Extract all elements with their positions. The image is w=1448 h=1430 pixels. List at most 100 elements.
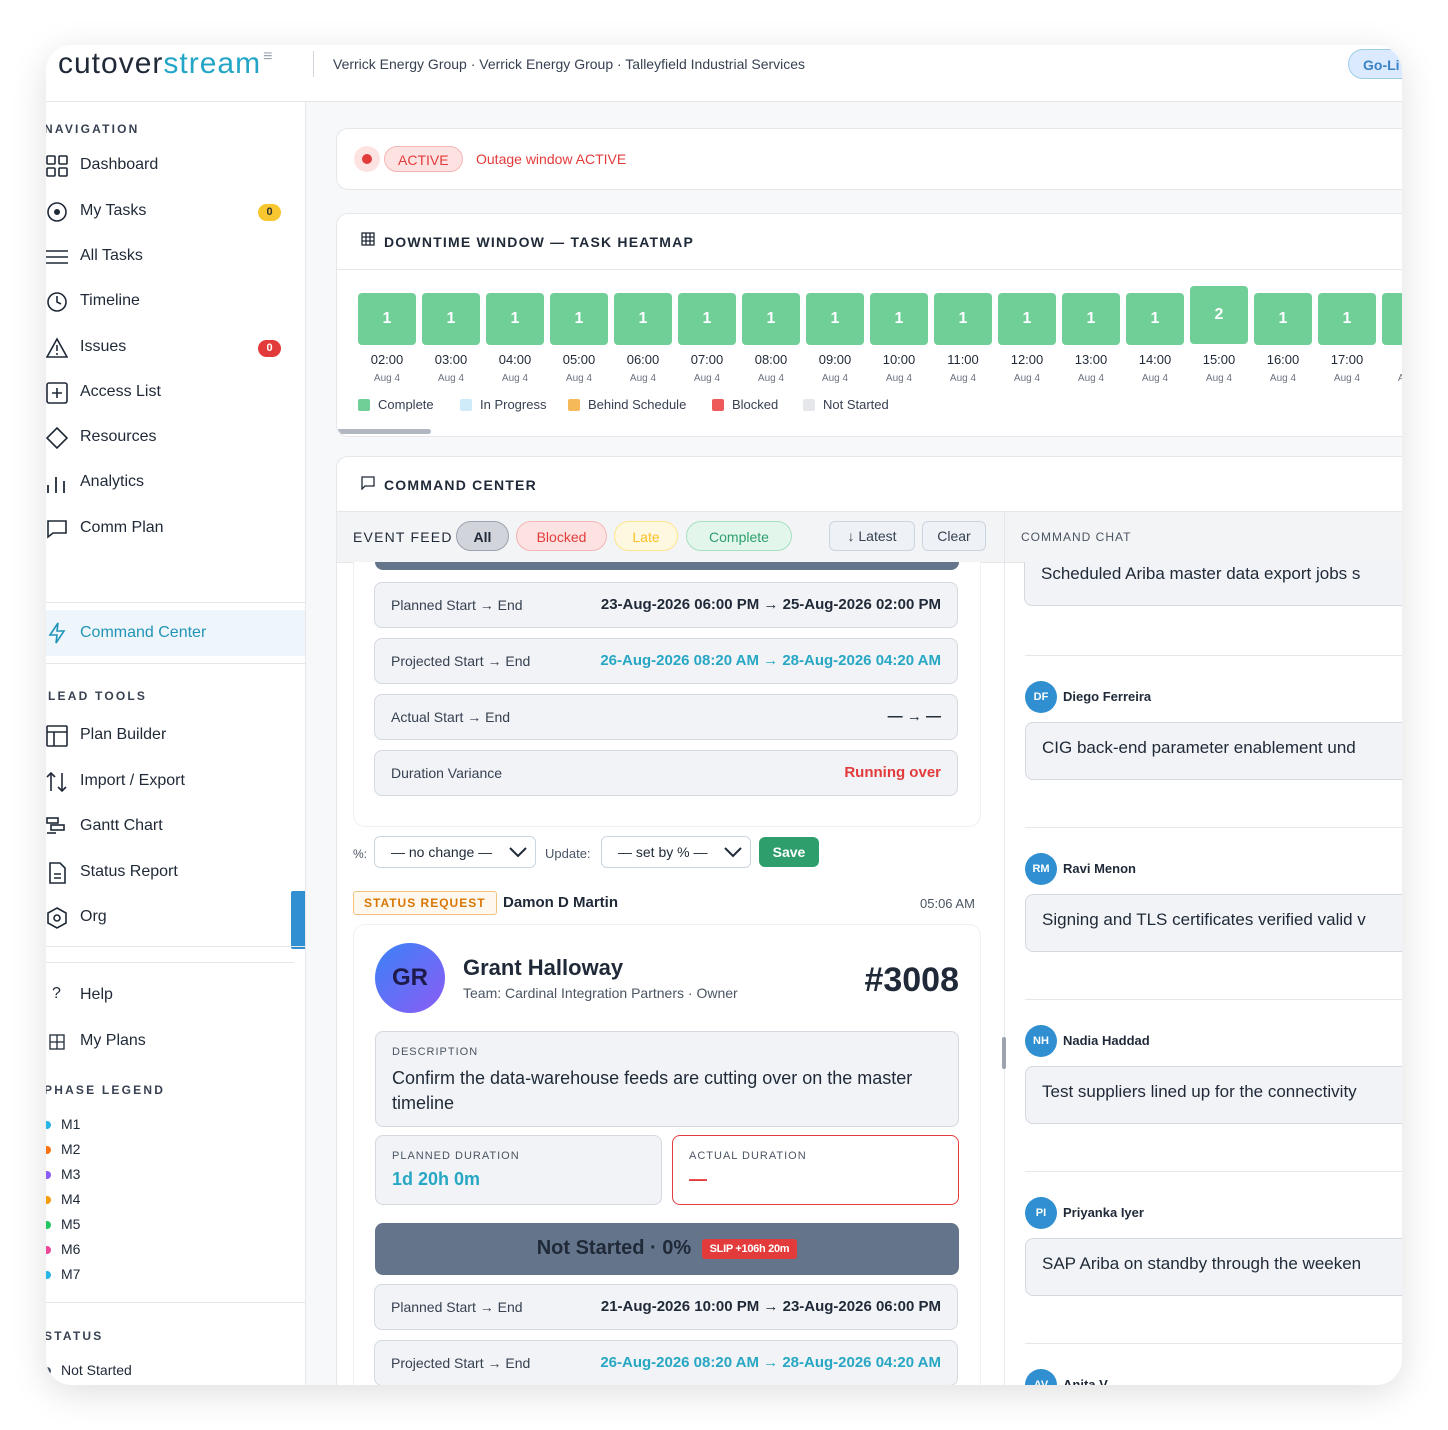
legend-swatch (568, 399, 580, 411)
gantt-icon (46, 817, 65, 834)
logo[interactable]: cutoverstream ≡ (58, 47, 273, 81)
update-select[interactable]: — set by % — (601, 836, 751, 868)
row-value: — → — (887, 708, 941, 725)
sidebar-item-gantt-chart[interactable]: Gantt Chart (46, 808, 305, 844)
heatmap-cell[interactable]: 1 (1318, 293, 1376, 345)
save-button[interactable]: Save (759, 837, 819, 867)
sidebar-item-command-center[interactable]: Command Center (46, 610, 305, 656)
chat-divider (1025, 827, 1402, 828)
sidebar-item-resources[interactable]: Resources (46, 419, 305, 455)
chat-message-text: Scheduled Ariba master data export jobs … (1024, 562, 1402, 606)
sidebar-item-status-report[interactable]: Status Report (46, 854, 305, 890)
heatmap-cell[interactable]: 1 (934, 293, 992, 345)
heatmap-time-label: 16:00 (1266, 352, 1300, 367)
heatmap-cell[interactable]: 1 (806, 293, 864, 345)
sidebar-collapse-handle[interactable] (291, 891, 305, 949)
duration-variance-row: Duration Variance Running over (374, 750, 958, 796)
heatmap-cell[interactable] (1382, 293, 1402, 345)
main-content: ACTIVE Outage window ACTIVE DOWNTIME WIN… (306, 102, 1402, 1385)
planned-start-end-row: Planned Start → End 23-Aug-2026 06:00 PM… (374, 582, 958, 628)
projected-start-end-row: Projected Start → End 26-Aug-2026 08:20 … (374, 638, 958, 684)
logo-text: cutover (58, 47, 164, 80)
go-live-button[interactable]: Go-Li (1348, 49, 1402, 79)
heatmap-cell[interactable]: 1 (678, 293, 736, 345)
heatmap-cell[interactable]: 1 (1062, 293, 1120, 345)
clear-button[interactable]: Clear (922, 521, 986, 551)
latest-button[interactable]: ↓ Latest (829, 521, 915, 551)
layout-icon (46, 725, 68, 747)
row-label: Planned Start → End (391, 1299, 523, 1315)
chat-divider (1025, 999, 1402, 1000)
task-id: #3008 (864, 961, 959, 999)
row-label: Planned Start → End (391, 597, 523, 613)
row-label: Duration Variance (391, 765, 503, 781)
filter-late[interactable]: Late (614, 521, 678, 551)
heatmap-card: DOWNTIME WINDOW — TASK HEATMAP 1 02:00 Aug… (336, 213, 1402, 437)
heatmap-cell[interactable]: 1 (1254, 293, 1312, 345)
heatmap-time-label: 13:00 (1074, 352, 1108, 367)
sidebar-item-all-tasks[interactable]: All Tasks (46, 238, 305, 274)
heatmap-cell[interactable]: 1 (614, 293, 672, 345)
sidebar-item-plan-builder[interactable]: Plan Builder (46, 717, 305, 753)
sidebar-item-help[interactable]: ? Help (46, 977, 305, 1013)
heatmap-date-label: Aug 4 (821, 373, 849, 384)
heatmap-cell[interactable]: 1 (422, 293, 480, 345)
heatmap-date-label: Aug 4 (1013, 373, 1041, 384)
sidebar-item-org[interactable]: Org (46, 899, 305, 935)
logo-accent-text: stream (163, 47, 262, 80)
chat-divider (1025, 1171, 1402, 1172)
row-value: 26-Aug-2026 08:20 AM → 28-Aug-2026 04:20… (600, 1354, 941, 1371)
horizontal-scrollbar[interactable] (337, 429, 431, 434)
phase-label: M2 (61, 1141, 81, 1157)
heatmap-cell[interactable]: 1 (358, 293, 416, 345)
sidebar-item-label: All Tasks (80, 247, 143, 264)
heatmap-time-label: 07:00 (690, 352, 724, 367)
actual-duration-value: — (689, 1169, 707, 1189)
heatmap-time-label: 06:00 (626, 352, 660, 367)
sidebar-item-my-plans[interactable]: My Plans (46, 1023, 305, 1059)
heatmap-cell[interactable]: 1 (1126, 293, 1184, 345)
heatmap-cell[interactable]: 1 (742, 293, 800, 345)
chat-avatar: DF (1025, 681, 1057, 713)
sidebar-item-access-list[interactable]: Access List (46, 374, 305, 410)
divider (46, 663, 305, 664)
diamond-icon (46, 427, 68, 449)
heatmap-date-label: Aug 4 (693, 373, 721, 384)
requester-name: Damon D Martin (503, 894, 619, 911)
sidebar-item-dashboard[interactable]: Dashboard (46, 147, 305, 183)
heatmap-date-label: Aug 4 (1269, 373, 1297, 384)
heatmap-time-label: 02:00 (370, 352, 404, 367)
sidebar-item-analytics[interactable]: Analytics (46, 464, 305, 500)
sidebar-item-comm-plan[interactable]: Comm Plan (46, 510, 305, 546)
sidebar-item-label: Plan Builder (80, 726, 167, 743)
heatmap-cell[interactable]: 1 (870, 293, 928, 345)
heatmap-date-label: Aug 4 (437, 373, 465, 384)
chat-header: COMMAND CHAT (1005, 511, 1402, 563)
planned-duration-box: PLANNED DURATION 1d 20h 0m (375, 1135, 662, 1205)
heatmap-cell[interactable]: 1 (486, 293, 544, 345)
actual-duration-label: ACTUAL DURATION (689, 1150, 807, 1162)
heatmap-time-label: 14:00 (1138, 352, 1172, 367)
row-value: 21-Aug-2026 10:00 PM → 23-Aug-2026 06:00… (600, 1298, 941, 1315)
sidebar-item-my-tasks[interactable]: My Tasks 0 (46, 193, 305, 229)
sidebar-item-timeline[interactable]: Timeline (46, 283, 305, 319)
sidebar-item-label: Resources (80, 428, 157, 445)
heatmap-time-label: 18 (1379, 352, 1402, 367)
percent-select[interactable]: — no change — (374, 836, 536, 868)
sidebar-item-import-export[interactable]: Import / Export (46, 763, 305, 799)
chat-author: Anita V (1063, 1377, 1108, 1385)
filter-all[interactable]: All (456, 521, 509, 551)
heatmap-cell[interactable]: 1 (550, 293, 608, 345)
heatmap-cell[interactable]: 1 (998, 293, 1056, 345)
command-center-title: COMMAND CENTER (384, 477, 537, 493)
status-bar (375, 562, 959, 570)
sidebar-item-label: Import / Export (80, 772, 185, 789)
event-feed-label: EVENT FEED (353, 529, 453, 545)
document-icon (49, 862, 66, 884)
filter-blocked[interactable]: Blocked (516, 521, 607, 551)
filter-complete[interactable]: Complete (686, 521, 792, 551)
chat-avatar: PI (1025, 1197, 1057, 1229)
sidebar-item-issues[interactable]: Issues 0 (46, 329, 305, 365)
heatmap-cell[interactable]: 2 (1190, 286, 1248, 344)
chat-divider (1025, 655, 1402, 656)
